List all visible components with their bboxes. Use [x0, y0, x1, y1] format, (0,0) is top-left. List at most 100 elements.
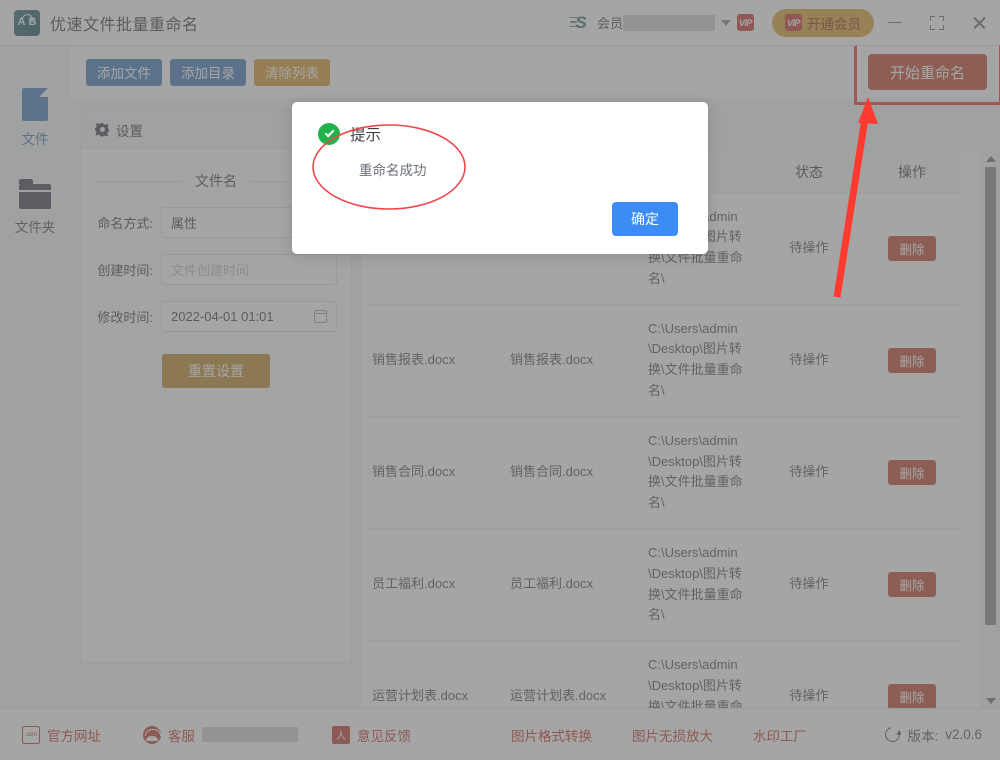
naming-method-value: 属性 — [171, 213, 197, 232]
feedback-label: 意见反馈 — [357, 725, 411, 745]
divider-line-left — [95, 181, 183, 182]
add-directory-button[interactable]: 添加目录 — [170, 59, 246, 86]
cell-new-name: 员工福利.docx — [500, 529, 638, 641]
delete-row-button[interactable]: 删除 — [888, 684, 935, 708]
version-value: v2.0.6 — [945, 727, 982, 742]
account-avatar-icon: S — [569, 13, 593, 33]
open-vip-button[interactable]: VIP 开通会员 — [772, 9, 874, 37]
official-site-label: 官方网址 — [47, 725, 101, 745]
official-site-link[interactable]: .com 官方网址 — [22, 725, 101, 745]
link-watermark-factory[interactable]: 水印工厂 — [753, 725, 807, 745]
feedback-icon: 人 — [332, 726, 350, 744]
settings-title: 设置 — [116, 120, 143, 140]
sidebar-item-file-label: 文件 — [22, 128, 49, 148]
cell-path: C:\Users\admin\Desktop\图片转换\文件批量重命名\ — [638, 529, 754, 641]
folder-icon — [19, 184, 51, 209]
sidebar-item-file[interactable]: 文件 — [0, 88, 70, 148]
dialog-confirm-button[interactable]: 确定 — [612, 202, 678, 236]
open-vip-label: 开通会员 — [807, 13, 861, 33]
table-row: 员工福利.docx员工福利.docxC:\Users\admin\Desktop… — [362, 529, 960, 641]
create-time-placeholder: 文件创建时间 — [171, 260, 249, 279]
cell-action: 删除 — [864, 192, 960, 304]
cell-new-name: 销售报表.docx — [500, 304, 638, 416]
title-bar-right: S 会员 VIP VIP 开通会员 — [569, 0, 1000, 46]
refresh-icon[interactable] — [883, 724, 903, 744]
cell-old-name: 运营计划表.docx — [362, 641, 500, 708]
cell-old-name: 销售报表.docx — [362, 304, 500, 416]
minimize-button[interactable] — [874, 0, 916, 46]
cell-status: 待操作 — [754, 416, 864, 528]
headset-icon — [143, 726, 161, 744]
scroll-up-icon[interactable] — [986, 156, 996, 162]
cell-action: 删除 — [864, 416, 960, 528]
scroll-down-icon[interactable] — [986, 698, 996, 704]
modify-time-input[interactable]: 2022-04-01 01:01 — [161, 301, 337, 332]
feedback-link[interactable]: 人 意见反馈 — [332, 725, 411, 745]
customer-service-label: 客服 — [168, 725, 195, 745]
delete-row-button[interactable]: 删除 — [888, 236, 935, 261]
bottom-status-bar: .com 官方网址 客服 人 意见反馈 图片格式转换 图片无损放大 水印工厂 版… — [0, 708, 1000, 760]
cell-action: 删除 — [864, 304, 960, 416]
header-status: 状态 — [754, 152, 864, 192]
maximize-button[interactable] — [916, 0, 958, 46]
file-icon — [22, 88, 48, 121]
logo-arrow-arc — [22, 14, 33, 20]
version-info: 版本: v2.0.6 — [885, 725, 982, 745]
start-rename-wrapper: 开始重命名 — [868, 54, 987, 90]
cell-new-name: 销售合同.docx — [500, 416, 638, 528]
toolbar: 添加文件 添加目录 清除列表 开始重命名 — [70, 46, 1000, 98]
cell-path: C:\Users\admin\Desktop\图片转换\文件批量重命名\ — [638, 416, 754, 528]
filename-section-title: 文件名 — [183, 171, 249, 191]
version-label: 版本: — [907, 725, 938, 745]
vip-badge-icon: VIP — [737, 14, 754, 31]
close-icon — [972, 15, 987, 30]
app-title: 优速文件批量重命名 — [50, 11, 199, 35]
delete-row-button[interactable]: 删除 — [888, 572, 935, 597]
chevron-down-icon[interactable] — [721, 20, 731, 26]
reset-settings-button[interactable]: 重置设置 — [162, 354, 270, 388]
sidebar: 文件 文件夹 — [0, 46, 70, 708]
create-time-input[interactable]: 文件创建时间 — [161, 254, 337, 285]
member-name-masked — [623, 15, 715, 31]
avatar-speed-lines — [569, 17, 579, 31]
sidebar-item-folder[interactable]: 文件夹 — [0, 184, 70, 236]
cell-status: 待操作 — [754, 529, 864, 641]
rename-success-dialog: 提示 重命名成功 确定 — [292, 102, 708, 254]
table-row: 销售合同.docx销售合同.docxC:\Users\admin\Desktop… — [362, 416, 960, 528]
cell-action: 删除 — [864, 529, 960, 641]
delete-row-button[interactable]: 删除 — [888, 460, 935, 485]
sidebar-item-folder-label: 文件夹 — [15, 216, 56, 236]
link-image-format-convert[interactable]: 图片格式转换 — [511, 725, 592, 745]
website-icon: .com — [22, 726, 40, 744]
cell-old-name: 销售合同.docx — [362, 416, 500, 528]
dialog-message: 重命名成功 — [359, 159, 708, 179]
calendar-icon[interactable] — [314, 310, 327, 323]
start-rename-button[interactable]: 开始重命名 — [868, 54, 987, 90]
cell-path: C:\Users\admin\Desktop\图片转换\文件批量重命名\ — [638, 641, 754, 708]
modify-time-value: 2022-04-01 01:01 — [171, 309, 274, 324]
cell-path: C:\Users\admin\Desktop\图片转换\文件批量重命名\ — [638, 304, 754, 416]
scrollbar-thumb[interactable] — [985, 167, 996, 625]
cell-action: 删除 — [864, 641, 960, 708]
delete-row-button[interactable]: 删除 — [888, 348, 935, 373]
title-bar: AB 优速文件批量重命名 S 会员 VIP VIP 开通会员 — [0, 0, 1000, 46]
table-row: 销售报表.docx销售报表.docxC:\Users\admin\Desktop… — [362, 304, 960, 416]
link-image-upscale[interactable]: 图片无损放大 — [632, 725, 713, 745]
add-file-button[interactable]: 添加文件 — [86, 59, 162, 86]
modify-time-label: 修改时间: — [85, 307, 161, 326]
table-scrollbar[interactable] — [983, 152, 998, 708]
cell-old-name: 员工福利.docx — [362, 529, 500, 641]
cell-status: 待操作 — [754, 641, 864, 708]
application-window: AB 优速文件批量重命名 S 会员 VIP VIP 开通会员 — [0, 0, 1000, 760]
create-time-row: 创建时间: 文件创建时间 — [85, 254, 337, 285]
header-action: 操作 — [864, 152, 960, 192]
table-row: 运营计划表.docx运营计划表.docxC:\Users\admin\Deskt… — [362, 641, 960, 708]
clear-list-button[interactable]: 清除列表 — [254, 59, 330, 86]
modify-time-row: 修改时间: 2022-04-01 01:01 — [85, 301, 337, 332]
cell-status: 待操作 — [754, 304, 864, 416]
cell-status: 待操作 — [754, 192, 864, 304]
customer-service-link[interactable]: 客服 — [143, 725, 298, 745]
dialog-title: 提示 — [350, 123, 381, 145]
cell-new-name: 运营计划表.docx — [500, 641, 638, 708]
close-button[interactable] — [958, 0, 1000, 46]
